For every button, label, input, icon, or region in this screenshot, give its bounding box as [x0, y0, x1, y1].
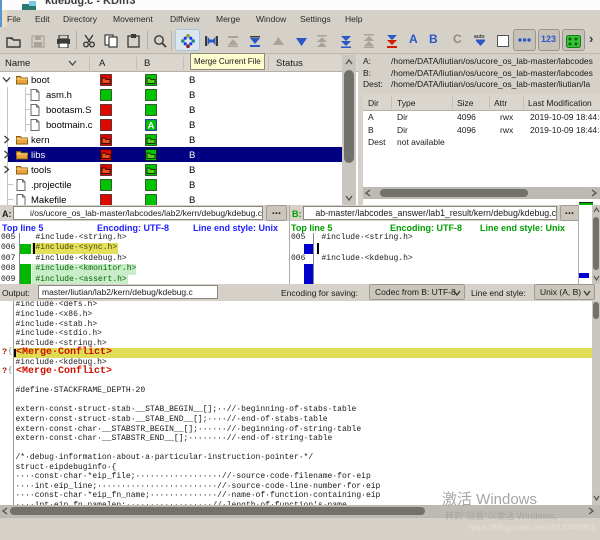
svg-text:A: A [148, 120, 155, 130]
svg-text:auto: auto [474, 34, 485, 40]
